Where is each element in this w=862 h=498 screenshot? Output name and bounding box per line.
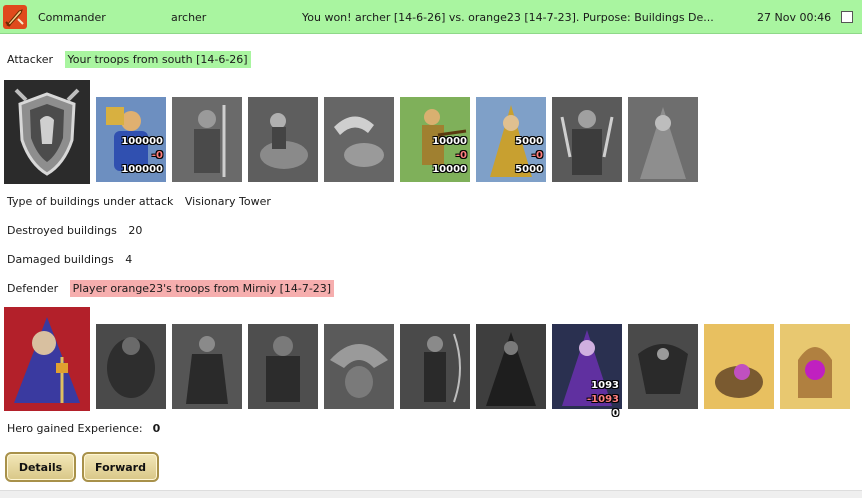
unit-loss: -1093 <box>587 394 619 405</box>
defender-unit-golem[interactable] <box>96 324 166 409</box>
defender-row: Defender Player orange23's troops from M… <box>7 280 335 297</box>
unit-loss: -0 <box>151 150 163 161</box>
attacker-unit-swordsman[interactable] <box>552 97 622 182</box>
defender-unit-dark-knight[interactable] <box>248 324 318 409</box>
building-type-value: Visionary Tower <box>184 195 271 208</box>
commander-name[interactable]: archer <box>171 11 206 24</box>
defender-unit-egg-shrine[interactable] <box>780 324 850 409</box>
defender-unit-dark-priest[interactable] <box>476 324 546 409</box>
defender-unit-hatchling[interactable] <box>704 324 774 409</box>
unit-loss: -0 <box>531 150 543 161</box>
destroyed-value: 20 <box>128 224 143 237</box>
defender-unit-bone-dragon[interactable] <box>628 324 698 409</box>
defender-troops: Player orange23's troops from Mirniy [14… <box>69 280 335 297</box>
experience-row: Hero gained Experience: 0 <box>7 422 160 435</box>
unit-loss: -0 <box>455 150 467 161</box>
damaged-label: Damaged buildings <box>7 253 114 266</box>
damaged-value: 4 <box>125 253 133 266</box>
building-type-row: Type of buildings under attack Visionary… <box>7 195 271 208</box>
attacker-label: Attacker <box>7 53 54 66</box>
battle-swords-icon <box>3 5 27 29</box>
details-button[interactable]: Details <box>5 452 76 482</box>
building-type-label: Type of buildings under attack <box>7 195 174 208</box>
attacker-hero-unit[interactable] <box>4 80 90 184</box>
unit-count: 1093 <box>591 380 619 391</box>
unit-remaining: 5000 <box>515 164 543 175</box>
unit-count: 10000 <box>432 136 467 147</box>
defender-units: 1093 -1093 0 <box>4 307 862 419</box>
select-checkbox[interactable] <box>841 11 853 23</box>
defender-hero-unit[interactable] <box>4 307 90 411</box>
defender-unit-necromancer[interactable]: 1093 -1093 0 <box>552 324 622 419</box>
forward-button[interactable]: Forward <box>82 452 159 482</box>
unit-remaining: 0 <box>612 408 619 419</box>
damaged-row: Damaged buildings 4 <box>7 253 132 266</box>
destroyed-label: Destroyed buildings <box>7 224 117 237</box>
attacker-unit-merchant[interactable]: 100000 -0 100000 <box>96 97 166 182</box>
attacker-row: Attacker Your troops from south [14-6-26… <box>7 51 251 68</box>
attacker-unit-crossbowman[interactable]: 10000 -0 10000 <box>400 97 470 182</box>
experience-value: 0 <box>152 422 161 435</box>
unit-count: 5000 <box>515 136 543 147</box>
unit-remaining: 10000 <box>432 164 467 175</box>
attacker-unit-knight[interactable] <box>248 97 318 182</box>
defender-unit-archer[interactable] <box>400 324 470 409</box>
destroyed-row: Destroyed buildings 20 <box>7 224 142 237</box>
attacker-unit-pegasus[interactable] <box>324 97 394 182</box>
defender-unit-gargoyle[interactable] <box>324 324 394 409</box>
attacker-unit-halberdier[interactable] <box>172 97 242 182</box>
commander-label: Commander <box>38 11 106 24</box>
experience-label: Hero gained Experience: <box>7 422 143 435</box>
attacker-unit-monk[interactable] <box>628 97 698 182</box>
footer-divider <box>0 490 862 498</box>
attacker-troops: Your troops from south [14-6-26] <box>64 51 251 68</box>
message-subject[interactable]: You won! archer [14-6-26] vs. orange23 [… <box>302 11 742 24</box>
attacker-unit-mage[interactable]: 5000 -0 5000 <box>476 97 546 182</box>
message-header: Commander archer You won! archer [14-6-2… <box>0 0 862 34</box>
attacker-units: 100000 -0 100000 10000 -0 10000 5000 -0 … <box>4 80 704 184</box>
defender-unit-assassin[interactable] <box>172 324 242 409</box>
unit-remaining: 100000 <box>121 164 163 175</box>
unit-count: 100000 <box>121 136 163 147</box>
message-date: 27 Nov 00:46 <box>757 11 832 24</box>
defender-label: Defender <box>7 282 59 295</box>
